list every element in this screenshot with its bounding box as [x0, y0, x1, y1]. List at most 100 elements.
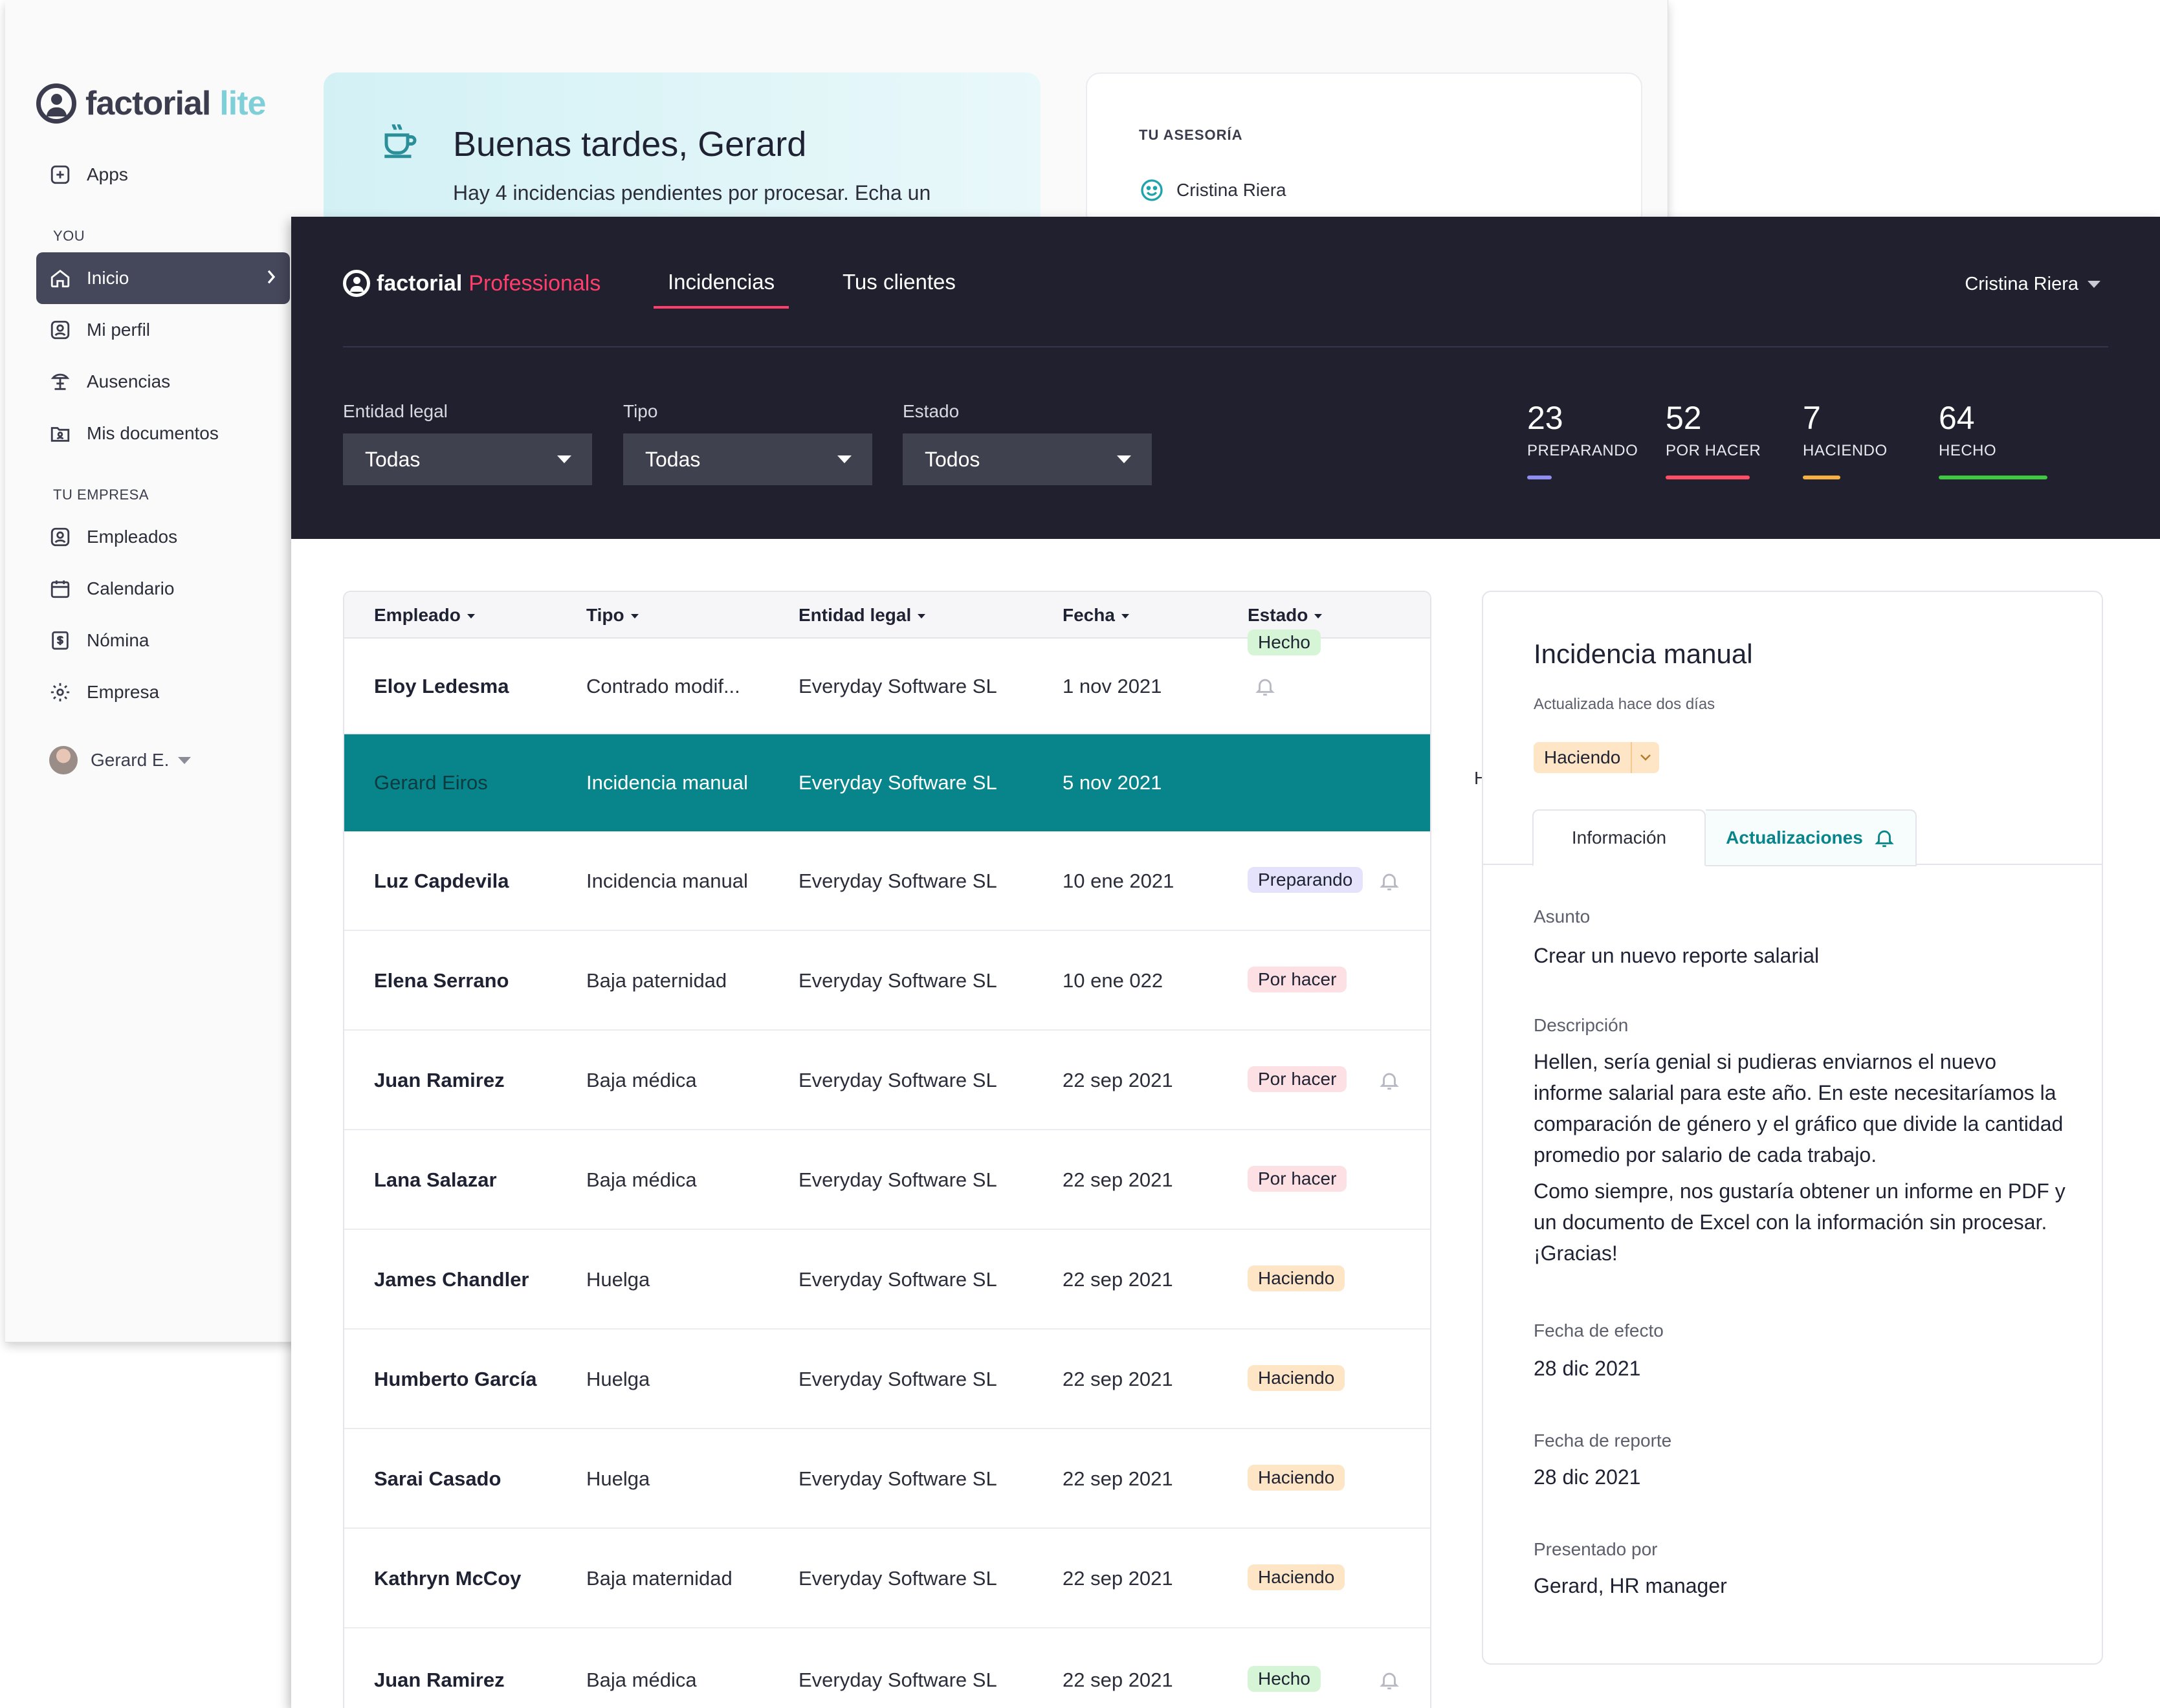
column-header-entidad-legal[interactable]: Entidad legal: [799, 605, 926, 626]
column-header-tipo[interactable]: Tipo: [586, 605, 639, 626]
table-row[interactable]: Elena Serrano Baja paternidad Everyday Sof…: [344, 931, 1430, 1031]
fecha: 5 nov 2021: [1063, 771, 1162, 794]
user-menu[interactable]: Cristina Riera: [1965, 274, 2100, 295]
employee-name: Juan Ramirez: [374, 1669, 505, 1691]
greeting-title: Buenas tardes, Gerard: [453, 125, 807, 164]
stat-label: PREPARANDO: [1527, 442, 1638, 459]
stat-por-hacer[interactable]: 52 POR HACER: [1666, 399, 1761, 479]
entidad-legal: Everyday Software SL: [799, 1567, 997, 1590]
table-row[interactable]: Juan Ramirez Baja médica Everyday Software…: [344, 1031, 1430, 1130]
incidencia-detail-panel: Incidencia manual Actualizada hace dos d…: [1482, 591, 2103, 1665]
fecha-efecto-label: Fecha de efecto: [1534, 1320, 1664, 1341]
sidebar-item-ausencias[interactable]: Ausencias: [36, 356, 290, 408]
asunto-value: Crear un nuevo reporte salarial: [1534, 944, 1820, 967]
column-header-estado[interactable]: Estado: [1248, 605, 1323, 626]
fecha: 22 sep 2021: [1063, 1069, 1173, 1091]
fecha: 22 sep 2021: [1063, 1368, 1173, 1390]
advisor-contact[interactable]: Cristina Riera: [1139, 177, 1286, 203]
table-row[interactable]: Lana Salazar Baja médica Everyday Software…: [344, 1130, 1430, 1230]
user-menu[interactable]: Gerard E.: [36, 738, 290, 783]
fecha-efecto-value: 28 dic 2021: [1534, 1357, 1641, 1380]
table-row[interactable]: Luz Capdevila Incidencia manual Everyday S…: [344, 831, 1430, 931]
incidencia-tipo: Incidencia manual: [586, 870, 748, 892]
divider: [343, 346, 2108, 347]
table-row[interactable]: Kathryn McCoy Baja maternidad Everyday Sof…: [344, 1529, 1430, 1628]
stat-preparando[interactable]: 23 PREPARANDO: [1527, 399, 1638, 479]
bell-icon[interactable]: [1378, 1069, 1400, 1092]
table-row[interactable]: Eloy Ledesma Contrado modif... Everyday So…: [344, 630, 1430, 734]
chevron-down-icon: [557, 455, 571, 463]
tipo-select[interactable]: Todas: [623, 433, 872, 485]
sidebar-item-mi-perfil[interactable]: Mi perfil: [36, 304, 290, 356]
status-badge: Por hacer: [1248, 1066, 1347, 1092]
factorial-lite-logo[interactable]: factorial lite: [36, 78, 290, 129]
sidebar-item-inicio[interactable]: Inicio: [36, 252, 290, 304]
table-row[interactable]: Sarai Casado Huelga Everyday Software SL 22…: [344, 1429, 1430, 1529]
entidad-legal: Everyday Software SL: [799, 1069, 997, 1091]
fecha-reporte-value: 28 dic 2021: [1534, 1465, 1641, 1489]
detail-title: Incidencia manual: [1534, 639, 1753, 669]
table-row[interactable]: Humberto García Huelga Everyday Software S…: [344, 1330, 1430, 1429]
sidebar-item-mis-documentos[interactable]: Mis documentos: [36, 408, 290, 459]
employee-name: Humberto García: [374, 1368, 537, 1390]
status-badge: Hecho: [1248, 1666, 1321, 1692]
sidebar-item-label: Apps: [87, 164, 128, 184]
entidad-legal-select[interactable]: Todas: [343, 433, 592, 485]
entidad-legal: Everyday Software SL: [799, 1268, 997, 1291]
payroll-icon: [49, 630, 71, 651]
asunto-label: Asunto: [1534, 906, 1591, 926]
top-bar: factorial Professionals Incidencias Tus …: [291, 217, 2160, 539]
fecha: 10 ene 022: [1063, 969, 1163, 992]
sort-icon: [1314, 614, 1323, 619]
sidebar-item-nomina[interactable]: Nómina: [36, 615, 290, 666]
bell-icon[interactable]: [1378, 1669, 1400, 1692]
status-dropdown[interactable]: Haciendo: [1534, 742, 1660, 773]
employee-name: Sarai Casado: [374, 1467, 501, 1490]
gear-icon: [49, 681, 71, 703]
sidebar-item-empresa[interactable]: Empresa: [36, 666, 290, 718]
incidencia-tipo: Huelga: [586, 1467, 650, 1490]
sidebar-item-apps[interactable]: Apps: [36, 149, 290, 201]
bell-icon: [1875, 830, 1894, 848]
column-header-empleado[interactable]: Empleado: [374, 605, 475, 626]
table-row[interactable]: Juan Ramirez Baja médica Everyday Software…: [344, 1628, 1430, 1708]
column-label: Empleado: [374, 605, 461, 625]
incidencia-tipo: Baja médica: [586, 1069, 697, 1091]
incidencia-tipo: Baja médica: [586, 1168, 697, 1191]
descripcion-label: Descripción: [1534, 1015, 1629, 1035]
sidebar-item-label: Empleados: [87, 527, 178, 547]
incidencia-tipo: Baja paternidad: [586, 969, 727, 992]
factorial-professionals-logo[interactable]: factorial Professionals: [343, 270, 601, 297]
tab-actualizaciones[interactable]: Actualizaciones: [1706, 809, 1917, 866]
sidebar-item-empleados[interactable]: Empleados: [36, 511, 290, 563]
column-header-fecha[interactable]: Fecha: [1063, 605, 1129, 626]
tab-informacion[interactable]: Información: [1532, 809, 1706, 866]
stat-hecho[interactable]: 64 HECHO: [1939, 399, 2047, 479]
entidad-legal: Everyday Software SL: [799, 1368, 997, 1390]
tab-incidencias[interactable]: Incidencias: [654, 270, 789, 309]
stat-label: HACIENDO: [1803, 442, 1888, 459]
table-row[interactable]: James Chandler Huelga Everyday Software SL…: [344, 1230, 1430, 1330]
bell-icon[interactable]: [1254, 675, 1276, 698]
incidencias-table: Empleado Tipo Entidad legal Fecha Estado…: [343, 591, 1431, 1708]
sidebar-item-label: Empresa: [87, 682, 160, 702]
estado-select[interactable]: Todos: [903, 433, 1152, 485]
tab-label: Actualizaciones: [1726, 827, 1863, 848]
table-row[interactable]: Gerard Eiros Incidencia manual Everyday So…: [344, 734, 1430, 831]
employee-name: Eloy Ledesma: [374, 675, 509, 697]
calendar-icon: [49, 578, 71, 600]
bell-icon[interactable]: [1378, 870, 1400, 893]
employee-name: Juan Ramirez: [374, 1069, 505, 1091]
factorial-professionals-window: factorial Professionals Incidencias Tus …: [291, 217, 2160, 1708]
chevron-down-icon: [2088, 281, 2100, 288]
incidencia-tipo: Baja médica: [586, 1669, 697, 1691]
sidebar-item-label: Mis documentos: [87, 423, 219, 443]
fecha: 22 sep 2021: [1063, 1168, 1173, 1191]
filter-estado: Estado Todos: [903, 401, 1152, 485]
tab-tus-clientes[interactable]: Tus clientes: [828, 270, 970, 309]
smiley-icon: [1141, 179, 1163, 201]
sort-icon: [1121, 614, 1129, 619]
stat-haciendo[interactable]: 7 HACIENDO: [1803, 399, 1888, 479]
sidebar-item-calendario[interactable]: Calendario: [36, 563, 290, 615]
stat-value: 7: [1803, 400, 1821, 436]
